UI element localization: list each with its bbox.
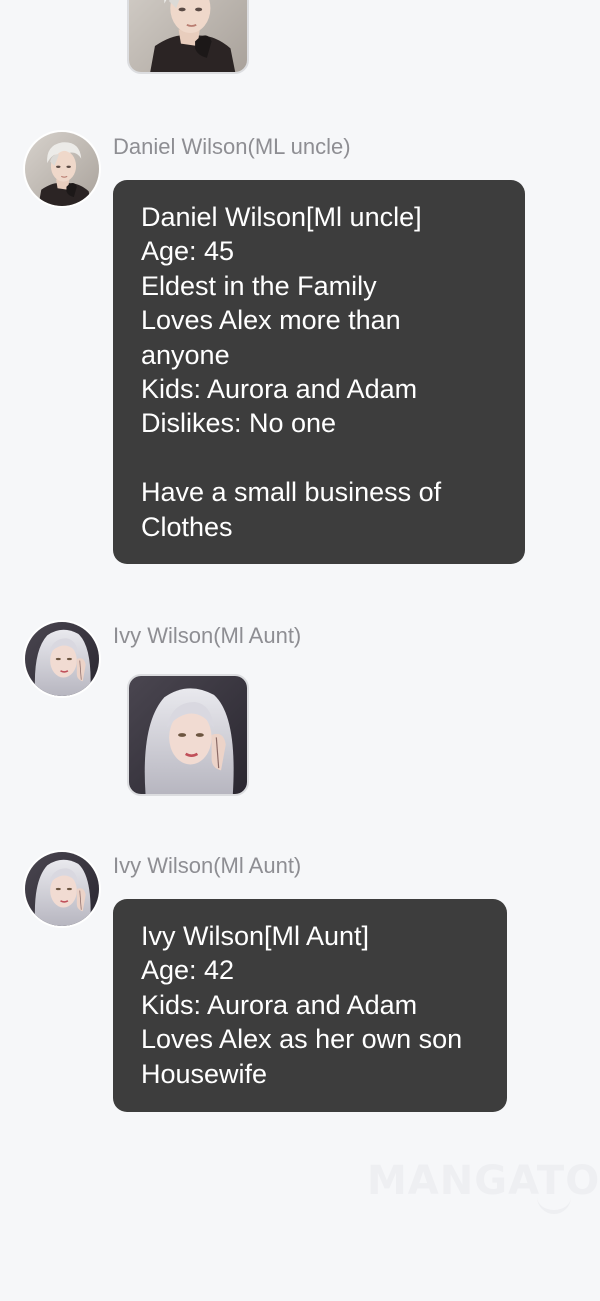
message-bubble[interactable]: Ivy Wilson[Ml Aunt] Age: 42 Kids: Aurora… [113, 899, 507, 1112]
message-line: Age: 45 [141, 236, 235, 267]
sender-name: Ivy Wilson(Ml Aunt) [113, 623, 302, 648]
man-portrait-image [129, 0, 247, 72]
message-line: Clothes [141, 511, 233, 542]
message-line: anyone [141, 339, 230, 370]
message-line: Have a small business of [141, 477, 442, 508]
message-line: Loves Alex more than [141, 305, 401, 336]
message-line: Dislikes: No one [141, 408, 337, 439]
message-line: Loves Alex as her own son [141, 1024, 463, 1055]
message-line: Kids: Aurora and Adam [141, 989, 418, 1020]
sender-name: Daniel Wilson(ML uncle) [113, 134, 351, 159]
character-image-message[interactable] [127, 0, 249, 74]
sender-name: Ivy Wilson(Ml Aunt) [113, 853, 302, 878]
message-line: Age: 42 [141, 955, 235, 986]
man-portrait-avatar-icon [25, 132, 99, 206]
woman-portrait-avatar-icon [25, 852, 99, 926]
message-line: Daniel Wilson[Ml uncle] [141, 202, 422, 232]
message-line: Eldest in the Family [141, 270, 377, 301]
woman-portrait-avatar-icon [25, 622, 99, 696]
message-line: Kids: Aurora and Adam [141, 374, 418, 405]
message-line: Housewife [141, 1058, 268, 1089]
message-bubble[interactable]: Daniel Wilson[Ml uncle] Age: 45 Eldest i… [113, 180, 525, 564]
chat-screen: Daniel Wilson(ML uncle) Daniel Wilson[Ml… [0, 0, 600, 1301]
message-line: Ivy Wilson[Ml Aunt] [141, 921, 370, 951]
character-image-message[interactable] [127, 674, 249, 796]
watermark-smile-icon [537, 1196, 571, 1214]
sender-avatar[interactable] [23, 620, 101, 698]
woman-portrait-image [129, 676, 247, 794]
message-line [141, 441, 499, 475]
sender-avatar[interactable] [23, 130, 101, 208]
sender-avatar[interactable] [23, 850, 101, 928]
